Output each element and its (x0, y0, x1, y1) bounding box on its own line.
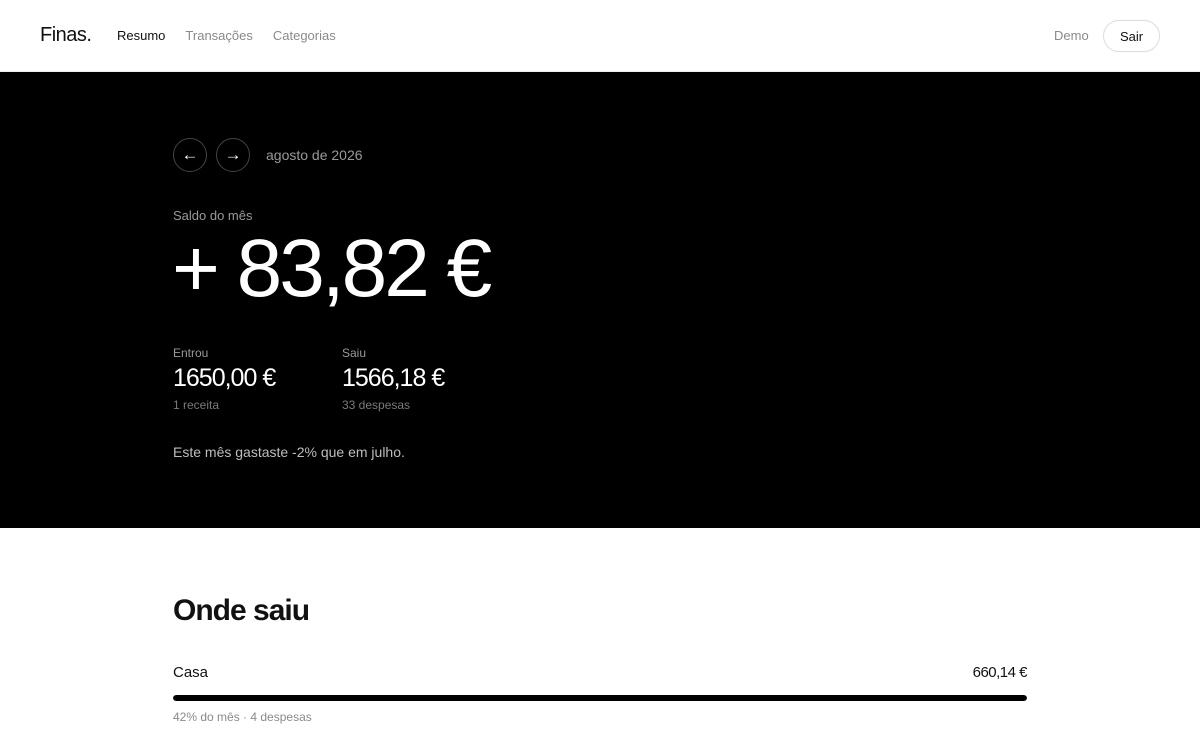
app-logo[interactable]: Finas. (40, 24, 92, 47)
nav-item-resumo[interactable]: Resumo (117, 28, 165, 43)
top-navigation-bar: Finas. Resumo Transações Categorias Demo… (0, 0, 1200, 72)
balance-label: Saldo do mês (173, 208, 253, 223)
income-label: Entrou (173, 346, 209, 360)
category-amount: 660,14 € (972, 664, 1028, 681)
balance-value: + 83,82 € (172, 223, 492, 314)
nav-item-categorias[interactable]: Categorias (273, 28, 336, 43)
expense-label: Saiu (342, 346, 367, 360)
section-title: Onde saiu (173, 594, 310, 627)
arrow-right-icon: → (224, 145, 242, 164)
brand-name: Finas (40, 24, 87, 46)
previous-month-button[interactable]: ← (173, 138, 207, 172)
brand-dot: . (86, 24, 92, 46)
expense-value: 1566,18 € (342, 364, 445, 392)
main-nav: Resumo Transações Categorias (117, 28, 336, 43)
category-meta: 42% do mês · 4 despesas (173, 710, 312, 724)
expense-count: 33 despesas (342, 398, 411, 412)
logout-button[interactable]: Sair (1103, 20, 1160, 52)
user-name: Demo (1054, 28, 1089, 43)
category-progress-track (173, 695, 1027, 701)
income-value: 1650,00 € (173, 364, 276, 392)
expense-stat: Saiu 1566,18 € 33 despesas (342, 346, 445, 412)
next-month-button[interactable]: → (216, 138, 250, 172)
arrow-left-icon: ← (181, 145, 199, 164)
nav-item-transacoes[interactable]: Transações (185, 28, 252, 43)
income-stat: Entrou 1650,00 € 1 receita (173, 346, 276, 412)
category-name: Casa (173, 664, 209, 681)
category-progress-fill (173, 695, 1027, 701)
month-comparison-text: Este mês gastaste -2% que em julho. (173, 444, 405, 460)
income-count: 1 receita (173, 398, 220, 412)
current-month-label: agosto de 2026 (266, 147, 363, 163)
monthly-summary-hero: ← → agosto de 2026 Saldo do mês + 83,82 … (0, 72, 1200, 528)
